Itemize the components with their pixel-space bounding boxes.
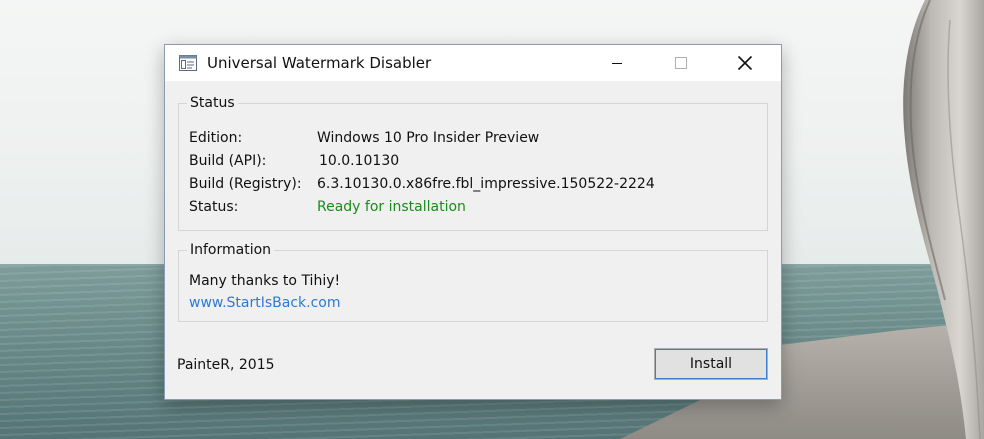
information-group-title: Information xyxy=(187,241,275,259)
app-window: Universal Watermark Disabler Status Edit… xyxy=(164,44,782,400)
information-groupbox: Information Many thanks to Tihiy! www.St… xyxy=(178,241,768,322)
status-value: Ready for installation xyxy=(317,199,466,215)
edition-label: Edition: xyxy=(189,130,243,146)
build-api-value: 10.0.10130 xyxy=(319,153,400,169)
credit-text: PainteR, 2015 xyxy=(177,357,275,373)
build-registry-label: Build (Registry): xyxy=(189,176,302,192)
install-button[interactable]: Install xyxy=(654,348,768,380)
status-groupbox: Status Edition: Windows 10 Pro Insider P… xyxy=(178,94,768,231)
maximize-icon xyxy=(675,57,687,69)
close-icon xyxy=(737,55,753,71)
edition-value: Windows 10 Pro Insider Preview xyxy=(317,130,540,146)
close-button[interactable] xyxy=(722,45,768,81)
startisback-link[interactable]: www.StartIsBack.com xyxy=(189,293,340,313)
maximize-button[interactable] xyxy=(658,45,704,81)
minimize-icon xyxy=(612,63,622,64)
window-title: Universal Watermark Disabler xyxy=(207,54,432,72)
minimize-button[interactable] xyxy=(594,45,640,81)
build-registry-value: 6.3.10130.0.x86fre.fbl_impressive.150522… xyxy=(317,176,655,192)
title-bar[interactable]: Universal Watermark Disabler xyxy=(165,45,781,81)
thanks-text: Many thanks to Tihiy! xyxy=(189,273,341,289)
status-label: Status: xyxy=(189,199,239,215)
build-api-label: Build (API): xyxy=(189,153,267,169)
status-group-title: Status xyxy=(187,94,238,112)
window-app-icon xyxy=(179,55,197,71)
